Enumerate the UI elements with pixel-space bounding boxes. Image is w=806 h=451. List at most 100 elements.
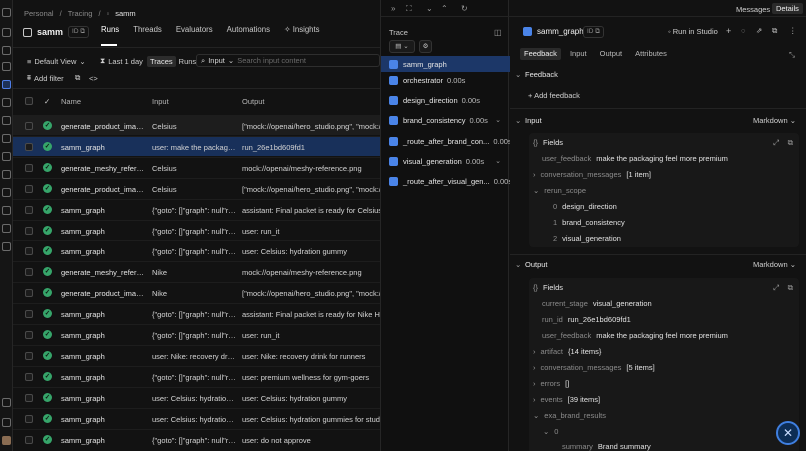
rocket-icon[interactable]: [2, 224, 11, 233]
runs-toggle[interactable]: Runs: [179, 57, 197, 66]
table-row[interactable]: ✓ samm_graph {"goto": []"graph": null"re..…: [13, 303, 380, 323]
database-icon[interactable]: [2, 116, 11, 125]
cell-name[interactable]: samm_graph: [61, 373, 145, 382]
table-row[interactable]: ✓ samm_graph {"goto": []"graph": null"re..…: [13, 198, 380, 219]
assistant-fab-button[interactable]: ✕: [776, 421, 800, 445]
copy-icon[interactable]: ⧉: [788, 138, 793, 148]
dashboard-icon[interactable]: [2, 98, 11, 107]
trace-span[interactable]: _route_after_brand_con... 0.00s: [381, 133, 512, 149]
copy-icon[interactable]: ⧉: [788, 283, 793, 293]
comment-icon[interactable]: ◌: [741, 26, 745, 35]
tab-output[interactable]: Output: [596, 48, 627, 60]
cell-name[interactable]: samm_graph: [61, 415, 145, 424]
row-checkbox[interactable]: [25, 268, 33, 277]
copy-icon[interactable]: ⧉: [772, 26, 777, 36]
row-checkbox[interactable]: [25, 122, 33, 130]
row-checkbox[interactable]: [25, 163, 33, 172]
edit-icon[interactable]: [2, 152, 11, 161]
tab-input[interactable]: Input: [566, 48, 591, 60]
row-checkbox[interactable]: [25, 184, 33, 193]
command-icon[interactable]: [2, 398, 11, 407]
row-checkbox[interactable]: [25, 142, 33, 151]
cell-name[interactable]: generate_meshy_referen...: [61, 164, 145, 173]
row-checkbox[interactable]: [25, 372, 33, 381]
traces-toggle[interactable]: Traces: [147, 55, 176, 67]
tab-runs[interactable]: Runs: [101, 25, 119, 39]
messages-tab[interactable]: Messages: [736, 5, 770, 14]
table-row[interactable]: ✓ generate_meshy_referen... Nike mock://ope…: [13, 261, 380, 281]
field-rerun-scope[interactable]: ⌄ rerun_scope: [533, 186, 586, 195]
field-exa-brand-results[interactable]: ⌄ exa_brand_results: [533, 411, 606, 420]
expand-icon[interactable]: ⤢: [773, 138, 779, 148]
settings-icon[interactable]: [2, 418, 11, 427]
row-checkbox[interactable]: [25, 289, 33, 298]
cell-name[interactable]: samm_graph: [61, 310, 145, 319]
avatar[interactable]: [2, 436, 11, 445]
table-row[interactable]: ✓ samm_graph user: Celsius: hydration g...…: [13, 386, 380, 407]
chat-icon[interactable]: [2, 170, 11, 179]
row-checkbox[interactable]: [25, 435, 33, 444]
column-output[interactable]: Output: [242, 97, 265, 106]
copy-button[interactable]: ⧉: [75, 72, 80, 84]
grid-icon[interactable]: [2, 134, 11, 143]
tab-feedback[interactable]: Feedback: [520, 48, 561, 60]
time-range-selector[interactable]: ⧗ Last 1 day: [100, 55, 143, 67]
feedback-section[interactable]: ⌄ Feedback: [510, 68, 806, 81]
list-item[interactable]: ⌄ 0: [543, 427, 563, 436]
code-button[interactable]: <>: [89, 72, 98, 84]
table-row[interactable]: ✓ generate_product_images Celsius ["mock://…: [13, 115, 380, 135]
trace-span[interactable]: orchestrator 0.00s: [381, 72, 510, 88]
chevron-up-icon[interactable]: ⌃: [441, 4, 448, 13]
field-events[interactable]: › events [39 items]: [533, 395, 600, 404]
add-feedback-button[interactable]: + Add feedback: [528, 91, 580, 100]
row-checkbox[interactable]: [25, 414, 33, 423]
cell-name[interactable]: generate_product_images: [61, 122, 145, 131]
trace-span[interactable]: visual_generation 0.00s ⌄: [381, 153, 510, 169]
field-conversation-messages[interactable]: › conversation_messages [5 items]: [533, 363, 655, 372]
row-checkbox[interactable]: [25, 331, 33, 339]
tracing-icon[interactable]: [2, 80, 11, 89]
field-errors[interactable]: › errors []: [533, 379, 569, 388]
output-format-select[interactable]: Markdown ⌄: [753, 260, 796, 269]
project-id-badge[interactable]: ID ⧉: [68, 26, 89, 38]
tab-attributes[interactable]: Attributes: [631, 48, 671, 60]
input-format-select[interactable]: Markdown ⌄: [753, 116, 796, 125]
search-scope-select[interactable]: Input: [208, 56, 225, 65]
share-icon[interactable]: ⇗: [756, 26, 762, 35]
run-id-badge[interactable]: ID ⧉: [583, 26, 604, 38]
more-icon[interactable]: ⋮: [789, 26, 797, 35]
row-checkbox[interactable]: [25, 351, 33, 360]
column-input[interactable]: Input: [152, 97, 169, 106]
breadcrumb-org[interactable]: Personal: [24, 9, 54, 18]
cell-name[interactable]: generate_meshy_referen...: [61, 268, 145, 277]
table-row[interactable]: ✓ samm_graph user: make the packagin... run…: [13, 135, 380, 156]
chevron-down-icon[interactable]: ⌄: [426, 4, 433, 13]
tab-evaluators[interactable]: Evaluators: [176, 25, 213, 39]
run-in-studio-button[interactable]: ◦ Run in Studio: [668, 27, 718, 36]
clock-icon[interactable]: [2, 62, 11, 71]
table-row[interactable]: ✓ samm_graph {"goto": []"graph": null"re..…: [13, 240, 380, 260]
home-icon[interactable]: [2, 28, 11, 37]
breadcrumb-section[interactable]: Tracing: [68, 9, 93, 18]
expand-icon[interactable]: ⤢: [773, 283, 779, 293]
table-row[interactable]: ✓ generate_product_images Nike ["mock://ope…: [13, 282, 380, 302]
collapse-icon[interactable]: ⤡: [789, 50, 795, 60]
cell-name[interactable]: generate_product_images: [61, 185, 145, 194]
chevron-down-icon[interactable]: ⌄: [495, 157, 501, 165]
view-selector[interactable]: ≡ Default View ⌄: [27, 55, 86, 67]
cell-name[interactable]: samm_graph: [61, 143, 145, 152]
tab-threads[interactable]: Threads: [133, 25, 162, 39]
row-checkbox[interactable]: [25, 205, 33, 214]
table-row[interactable]: ✓ samm_graph user: Nike: recovery drin... u…: [13, 344, 380, 365]
cell-name[interactable]: samm_graph: [61, 206, 145, 215]
field-conversation-messages[interactable]: › conversation_messages [1 item]: [533, 170, 651, 179]
view-mode-select[interactable]: ▤ ⌄: [389, 40, 415, 53]
table-row[interactable]: ✓ generate_product_images Celsius ["mock://…: [13, 177, 380, 198]
table-row[interactable]: ✓ samm_graph {"goto": []"graph": null"re..…: [13, 428, 380, 449]
output-section[interactable]: ⌄ Output Markdown ⌄: [510, 258, 806, 271]
expand-icon[interactable]: »: [391, 4, 395, 13]
cell-name[interactable]: samm_graph: [61, 331, 145, 340]
tab-automations[interactable]: Automations: [227, 25, 270, 39]
tab-insights[interactable]: ✧ Insights: [284, 25, 320, 39]
table-row[interactable]: ✓ samm_graph {"goto": []"graph": null"re..…: [13, 219, 380, 240]
